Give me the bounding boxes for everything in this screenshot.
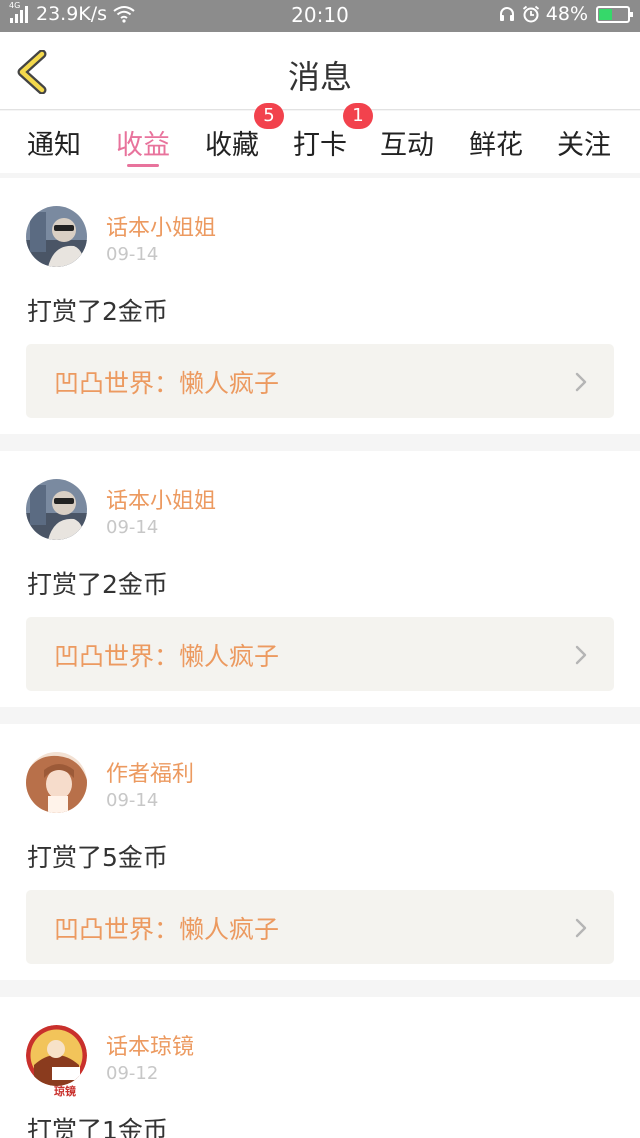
avatar[interactable]	[26, 1025, 87, 1086]
avatar-logo-text: 琼镜	[54, 1085, 76, 1098]
username[interactable]: 话本琼镜	[106, 1029, 194, 1061]
message-card: 话本小姐姐 09-14 打赏了2金币 凹凸世界：懒人疯子	[0, 178, 640, 434]
message-date: 09-14	[106, 790, 159, 811]
tab-favorites[interactable]: 收藏	[188, 123, 276, 162]
tab-earnings[interactable]: 收益	[99, 123, 187, 162]
book-link[interactable]: 凹凸世界：懒人疯子	[26, 617, 614, 691]
checkin-badge: 1	[343, 103, 373, 129]
message-card: 琼镜 话本琼镜 09-12 打赏了1金币	[0, 997, 640, 1138]
page-title: 消息	[287, 58, 352, 96]
battery-charging-icon	[596, 5, 633, 23]
avatar[interactable]	[26, 206, 87, 267]
avatar[interactable]	[26, 752, 87, 813]
tab-bar: 通知 收益 收藏 打卡 互动 鲜花 关注	[0, 111, 640, 173]
tab-following[interactable]: 关注	[540, 123, 628, 162]
book-link[interactable]: 凹凸世界：懒人疯子	[26, 890, 614, 964]
message-text: 打赏了2金币	[27, 570, 168, 599]
nav-bar: 消息	[0, 32, 640, 110]
message-date: 09-14	[106, 244, 159, 265]
username[interactable]: 话本小姐姐	[106, 483, 216, 515]
chevron-right-icon	[575, 372, 587, 392]
tab-checkin[interactable]: 打卡	[276, 123, 364, 162]
battery-percent: 48%	[545, 3, 588, 25]
tab-notifications[interactable]: 通知	[10, 123, 98, 162]
favorites-badge: 5	[254, 103, 284, 129]
book-link-text: 凹凸世界：懒人疯子	[54, 642, 280, 671]
status-bar: 4G 23.9K/s 20:10 48%	[0, 0, 640, 32]
message-date: 09-12	[106, 1063, 159, 1084]
message-text: 打赏了1金币	[27, 1116, 168, 1138]
status-right: 48%	[498, 3, 633, 25]
message-card: 作者福利 09-14 打赏了5金币 凹凸世界：懒人疯子	[0, 724, 640, 980]
book-link-text: 凹凸世界：懒人疯子	[54, 915, 280, 944]
book-link-text: 凹凸世界：懒人疯子	[54, 369, 280, 398]
message-date: 09-14	[106, 517, 159, 538]
avatar[interactable]	[26, 479, 87, 540]
tab-interaction[interactable]: 互动	[363, 123, 451, 162]
alarm-icon	[522, 5, 539, 23]
username[interactable]: 作者福利	[106, 756, 194, 788]
book-link[interactable]: 凹凸世界：懒人疯子	[26, 344, 614, 418]
message-text: 打赏了2金币	[27, 297, 168, 326]
active-tab-indicator	[127, 164, 159, 167]
message-text: 打赏了5金币	[27, 843, 168, 872]
headset-icon	[499, 7, 514, 21]
username[interactable]: 话本小姐姐	[106, 210, 216, 242]
tab-flowers[interactable]: 鲜花	[452, 123, 540, 162]
message-card: 话本小姐姐 09-14 打赏了2金币 凹凸世界：懒人疯子	[0, 451, 640, 707]
chevron-right-icon	[575, 918, 587, 938]
chevron-right-icon	[575, 645, 587, 665]
